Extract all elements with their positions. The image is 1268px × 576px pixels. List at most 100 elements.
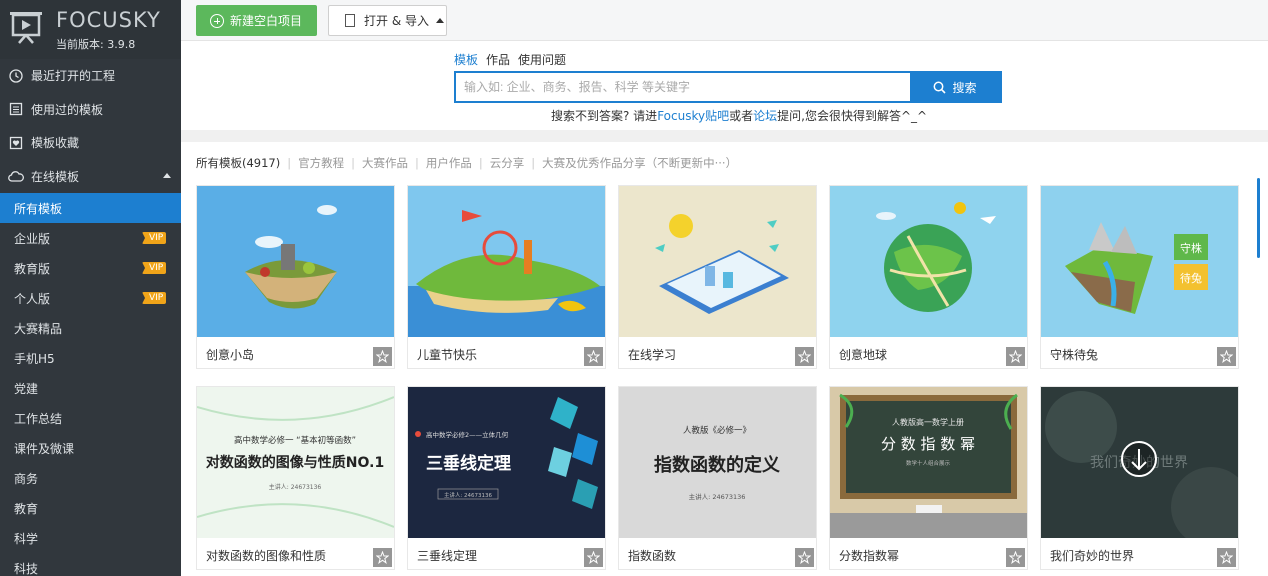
template-card-three-perpendiculars[interactable]: 高中数学必修2——立体几何 三垂线定理 主讲人: 24673136 三垂线定理 [407,386,606,570]
nav-item-used-templates[interactable]: 使用过的模板 [0,93,181,127]
template-card-childrens-day[interactable]: 儿童节快乐 [407,185,606,369]
search-icon [934,81,947,94]
sidebar-item-education[interactable]: 教育 [0,493,181,523]
cloud-icon [8,168,24,184]
thumbnail-presenter: 主讲人: 24673136 [689,492,746,501]
template-card-wonderful-world[interactable]: 我们奇妙的世界 我们奇妙的世界 [1040,386,1239,570]
top-toolbar: 新建空白项目 打开 & 导入 [181,0,1268,41]
template-thumbnail [197,186,394,337]
thumbnail-subtitle: 人教版《必修一》 [683,425,751,436]
search-panel: 模板 作品 使用问题 搜索 搜索不到答案? 请进Focusky贴吧或者论坛提问,… [181,41,1268,130]
sidebar-item-contest[interactable]: 大赛精品 [0,313,181,343]
filter-official-tutorials[interactable]: 官方教程 [298,155,344,171]
search-input[interactable] [456,73,910,101]
tab-works[interactable]: 作品 [486,51,510,68]
favorite-star-icon[interactable] [584,347,603,366]
template-thumbnail: 守株 待兔 [1041,186,1238,337]
collapse-caret-icon[interactable] [163,172,171,178]
nav-item-label: 最近打开的工程 [31,69,116,84]
sidebar-item-party[interactable]: 党建 [0,373,181,403]
sidebar-item-personal[interactable]: 个人版 VIP [0,283,181,313]
template-card-logarithm-graph[interactable]: 高中数学必修一 “基本初等函数” 对数函数的图像与性质NO.1 主讲人: 246… [196,386,395,570]
template-card-creative-island[interactable]: 创意小岛 [196,185,395,369]
new-blank-project-button[interactable]: 新建空白项目 [196,5,317,36]
template-card-creative-earth[interactable]: 创意地球 [829,185,1028,369]
search-help-hint: 搜索不到答案? 请进Focusky贴吧或者论坛提问,您会很快得到解答^_^ [551,109,928,123]
thumbnail-subtitle: 高中数学必修2——立体几何 [426,430,509,439]
template-card-online-learning[interactable]: 在线学习 [618,185,817,369]
thumbnail-presenter: 主讲人: 24673136 [269,483,322,491]
template-title: 儿童节快乐 [417,348,478,362]
filter-all-templates[interactable]: 所有模板(4917) [196,155,280,171]
favorite-star-icon[interactable] [1006,548,1025,567]
favorite-star-icon[interactable] [1217,347,1236,366]
favorite-star-icon[interactable] [795,548,814,567]
template-list-icon [8,101,24,117]
template-thumbnail: 高中数学必修2——立体几何 三垂线定理 主讲人: 24673136 [408,387,605,538]
template-thumbnail: 高中数学必修一 “基本初等函数” 对数函数的图像与性质NO.1 主讲人: 246… [197,387,394,538]
template-title: 创意小岛 [206,348,255,362]
template-thumbnail [830,186,1027,337]
thumbnail-title: 对数函数的图像与性质NO.1 [206,454,384,471]
filter-user-works[interactable]: 用户作品 [426,155,472,171]
nav-item-label: 在线模板 [31,169,80,184]
favorite-star-icon[interactable] [373,548,392,567]
brand-name: FOCUSKY [56,8,161,32]
scrollbar[interactable] [1257,178,1260,258]
thumbnail-title: 指数函数的定义 [654,454,780,476]
search-button[interactable]: 搜索 [910,73,1000,101]
favorite-star-icon[interactable] [795,347,814,366]
dropdown-arrow-icon [436,18,444,23]
focusky-logo-icon [10,12,42,44]
template-thumbnail: 人教版高一数学上册 分 数 指 数 幂 数学十人组合展示 [830,387,1027,538]
template-title: 创意地球 [839,348,888,362]
sidebar-item-mobile-h5[interactable]: 手机H5 [0,343,181,373]
sidebar-item-all-templates[interactable]: 所有模板 [0,193,181,223]
sidebar-item-science[interactable]: 科学 [0,523,181,553]
sidebar-item-enterprise[interactable]: 企业版 VIP [0,223,181,253]
search-tabs: 模板 作品 使用问题 [454,51,566,68]
sidebar-item-education-edition[interactable]: 教育版 VIP [0,253,181,283]
template-thumbnail [408,186,605,337]
template-card-exponential-function[interactable]: 人教版《必修一》 指数函数的定义 主讲人: 24673136 指数函数 [618,386,817,570]
template-title: 三垂线定理 [417,549,478,563]
favorite-star-icon[interactable] [1006,347,1025,366]
thumbnail-tag-text: 待兔 [1180,271,1202,285]
favorite-star-icon[interactable] [373,347,392,366]
tieba-link[interactable]: Focusky贴吧 [657,109,729,123]
thumbnail-subtitle: 高中数学必修一 “基本初等函数” [234,435,356,446]
template-thumbnail: 我们奇妙的世界 [1041,387,1238,538]
template-card-shouzhu-daitu[interactable]: 守株 待兔 守株待兔 [1040,185,1239,369]
tab-templates[interactable]: 模板 [454,51,478,68]
template-title: 在线学习 [628,348,677,362]
template-title: 分数指数幂 [839,549,900,563]
template-gallery: 所有模板(4917) | 官方教程 | 大赛作品 | 用户作品 | 云分享 | 大赛及优秀… [181,142,1268,576]
filter-cloud-share[interactable]: 云分享 [490,155,525,171]
nav-item-favorites[interactable]: 模板收藏 [0,126,181,160]
sidebar-item-courseware[interactable]: 课件及微课 [0,433,181,463]
brand-header: FOCUSKY 当前版本: 3.9.8 [0,0,181,59]
tab-usage-questions[interactable]: 使用问题 [518,51,566,68]
nav-item-online-templates[interactable]: 在线模板 [0,160,181,194]
sidebar: FOCUSKY 当前版本: 3.9.8 最近打开的工程 使用过的模板 模板收藏 [0,0,181,576]
nav-item-recent-projects[interactable]: 最近打开的工程 [0,59,181,93]
filter-contest-works[interactable]: 大赛作品 [362,155,408,171]
online-template-categories: 所有模板 企业版 VIP 教育版 VIP 个人版 VIP 大赛精品 手机H5 党建 工… [0,193,181,576]
sidebar-item-business[interactable]: 商务 [0,463,181,493]
nav-item-label: 使用过的模板 [31,102,104,117]
filter-contest-excellent[interactable]: 大赛及优秀作品分享（不断更新中···） [542,155,737,171]
vip-badge: VIP [142,292,167,304]
clock-icon [8,68,24,84]
sidebar-item-technology[interactable]: 科技 [0,553,181,576]
sidebar-item-work-summary[interactable]: 工作总结 [0,403,181,433]
forum-link[interactable]: 论坛 [753,109,777,123]
vip-badge: VIP [142,262,167,274]
plus-circle-icon [210,13,224,28]
vip-badge: VIP [142,232,167,244]
thumbnail-presenter: 数学十人组合展示 [906,459,951,467]
favorite-star-icon[interactable] [1217,548,1236,567]
favorite-star-icon[interactable] [584,548,603,567]
favorite-box-icon [8,135,24,151]
template-card-fractional-exponent[interactable]: 人教版高一数学上册 分 数 指 数 幂 数学十人组合展示 分数指数幂 [829,386,1028,570]
open-import-button[interactable]: 打开 & 导入 [328,5,447,36]
